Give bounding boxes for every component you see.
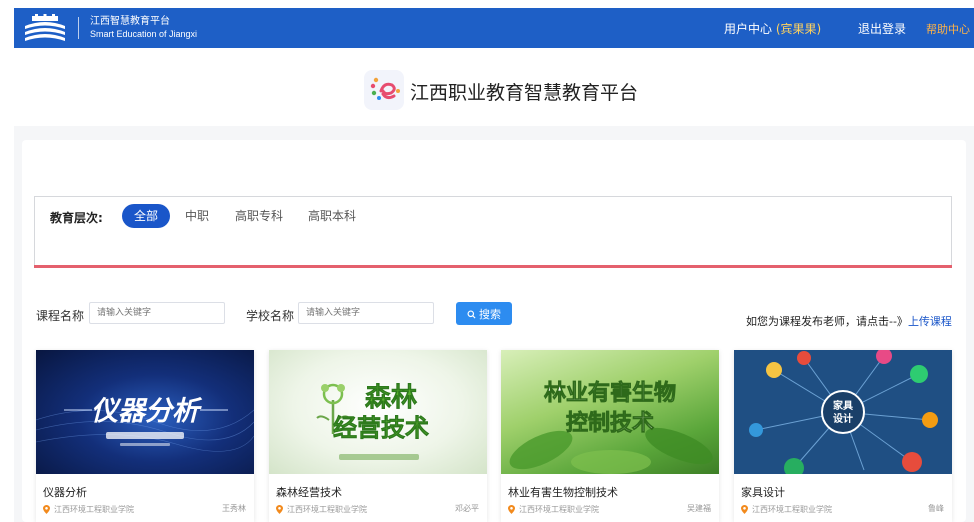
course-name: 家具设计: [741, 486, 785, 499]
course-card[interactable]: 森林 经营技术 森林经营技术 江西环境工程职业学院 邓必平: [269, 350, 487, 522]
school-name-input[interactable]: [298, 302, 434, 324]
forest-pest-control-cover: 林业有害生物 控制技术: [509, 380, 713, 474]
course-school-name: 江西环境工程职业学院: [54, 505, 134, 514]
site-title: 江西职业教育智慧教育平台: [410, 82, 639, 104]
filter-option-vocational-college[interactable]: 高职专科: [235, 204, 283, 228]
user-center-link[interactable]: 用户中心 (宾果果): [724, 20, 821, 37]
help-center-link[interactable]: 帮助中心: [926, 21, 970, 37]
top-bar: 江西智慧教育平台 Smart Education of Jiangxi 用户中心…: [14, 8, 974, 48]
course-thumbnail: 林业有害生物 控制技术: [501, 350, 719, 474]
cover-title-line1: 林业有害生物: [544, 380, 676, 406]
course-name-input[interactable]: [89, 302, 225, 324]
brand-name-en: Smart Education of Jiangxi: [90, 29, 198, 39]
brand: 江西智慧教育平台 Smart Education of Jiangxi: [90, 15, 197, 41]
search-button-label: 搜索: [479, 307, 501, 321]
forest-management-cover: 森林 经营技术: [316, 383, 429, 460]
course-school: 江西环境工程职业学院: [508, 504, 599, 515]
furniture-design-cover: 家具 设计: [749, 350, 938, 474]
course-school-name: 江西环境工程职业学院: [519, 505, 599, 514]
cover-title-text: 仪器分析: [91, 396, 203, 427]
filter-option-secondary[interactable]: 中职: [185, 204, 209, 228]
location-pin-icon: [276, 505, 283, 514]
filter-option-vocational-bachelor[interactable]: 高职本科: [308, 204, 356, 228]
location-pin-icon: [741, 505, 748, 514]
user-name: (宾果果): [775, 22, 822, 36]
location-pin-icon: [508, 505, 515, 514]
course-name-label: 课程名称: [36, 309, 85, 323]
brand-name-cn: 江西智慧教育平台: [90, 16, 170, 27]
jiangxi-edu-logo[interactable]: [22, 14, 68, 42]
cover-title-line2: 控制技术: [566, 410, 654, 436]
course-thumbnail: 森林 经营技术: [269, 350, 487, 474]
cover-title-line1: 森林: [365, 383, 417, 413]
course-school: 江西环境工程职业学院: [276, 504, 367, 515]
upload-prompt: 如您为课程发布老师，请点击--》: [746, 315, 908, 328]
logout-link[interactable]: 退出登录: [858, 20, 906, 37]
course-school-name: 江西环境工程职业学院: [287, 505, 367, 514]
course-school-name: 江西环境工程职业学院: [752, 505, 832, 514]
logo-divider: [78, 17, 79, 39]
course-name: 仪器分析: [43, 486, 87, 499]
filter-option-all[interactable]: 全部: [122, 204, 171, 228]
upload-course-link[interactable]: 上传课程: [908, 315, 952, 328]
search-button[interactable]: 搜索: [456, 302, 512, 325]
course-teacher: 鲁峰: [928, 504, 944, 513]
school-name-label: 学校名称: [246, 309, 295, 323]
course-thumbnail: 家具 设计: [734, 350, 952, 474]
user-center-label: 用户中心: [724, 22, 773, 36]
upload-course-note: 如您为课程发布老师，请点击--》上传课程: [746, 313, 952, 329]
course-card[interactable]: 仪器分析 仪器分析 江西环境工程职业学院 王秀林: [36, 350, 254, 522]
course-name: 林业有害生物控制技术: [508, 486, 618, 499]
location-pin-icon: [43, 505, 50, 514]
page-frame: 江西智慧教育平台 Smart Education of Jiangxi 用户中心…: [14, 8, 974, 522]
education-level-label: 教育层次:: [50, 211, 103, 225]
course-teacher: 王秀林: [222, 504, 246, 513]
filter-divider: [34, 265, 952, 268]
search-icon: [467, 309, 476, 319]
cover-title-line1: 家具: [833, 399, 853, 412]
site-logo-icon: [364, 70, 404, 110]
course-school: 江西环境工程职业学院: [741, 504, 832, 515]
course-teacher: 邓必平: [455, 504, 479, 513]
course-school: 江西环境工程职业学院: [43, 504, 134, 515]
course-card[interactable]: 家具 设计 家具设计 江西环境工程职业学院 鲁峰: [734, 350, 952, 522]
cover-title-line2: 经营技术: [333, 414, 429, 442]
course-name: 森林经营技术: [276, 486, 342, 499]
education-level-filter: [34, 196, 952, 268]
course-thumbnail: 仪器分析: [36, 350, 254, 474]
instrument-analysis-cover: 仪器分析: [36, 396, 254, 452]
course-card[interactable]: 林业有害生物 控制技术 林业有害生物控制技术 江西环境工程职业学院 吴建福: [501, 350, 719, 522]
course-teacher: 吴建福: [687, 504, 711, 513]
cover-title-line2: 设计: [833, 412, 853, 425]
